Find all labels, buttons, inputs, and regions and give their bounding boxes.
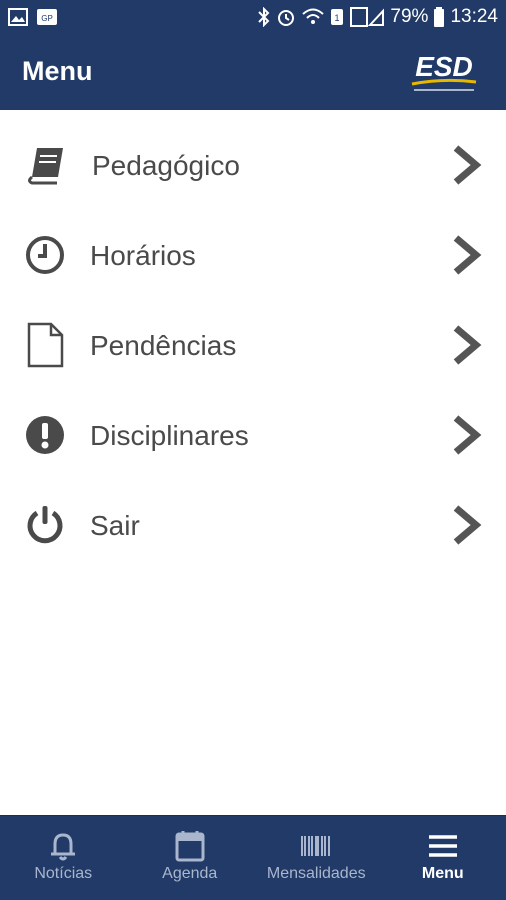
book-icon	[24, 144, 66, 186]
menu-item-label: Pendências	[90, 330, 237, 361]
nav-tab-label: Mensalidades	[266, 865, 366, 882]
chevron-right-icon	[453, 145, 482, 185]
menu-item-disciplinares[interactable]: Disciplinares	[0, 410, 506, 500]
battery-icon	[434, 7, 445, 27]
chevron-right-icon	[453, 235, 482, 275]
exclamation-icon	[24, 414, 66, 456]
nav-tab-mensalidades[interactable]: Mensalidades	[253, 816, 380, 900]
image-notification-icon	[8, 8, 28, 26]
power-icon	[24, 504, 66, 546]
chevron-right-icon	[453, 415, 482, 455]
bottom-navigation: Notícias Agenda Mensalidades Menu	[0, 815, 506, 900]
menu-item-label: Sair	[90, 510, 140, 541]
svg-text:ESD: ESD	[415, 51, 473, 82]
page-title: Menu	[22, 56, 93, 86]
system-status: 1 79% 13:24	[258, 6, 498, 28]
alarm-icon	[278, 10, 295, 26]
menu-item-horarios[interactable]: Horários	[0, 230, 506, 320]
nav-tab-menu[interactable]: Menu	[380, 816, 506, 900]
svg-text:GP: GP	[41, 14, 53, 23]
chevron-right-icon	[453, 325, 482, 365]
menu-item-sair[interactable]: Sair	[0, 500, 506, 590]
document-icon	[24, 322, 66, 368]
clock-time: 13:24	[450, 6, 498, 27]
app-notification-icon: GP	[37, 9, 57, 25]
sim-icon: 1	[331, 9, 344, 25]
bell-icon	[51, 833, 76, 861]
nav-tab-label: Notícias	[34, 865, 93, 882]
svg-text:1: 1	[335, 13, 340, 23]
notification-icons: GP	[8, 8, 58, 26]
status-bar: GP 1 79% 13:24	[0, 0, 506, 34]
nav-tab-noticias[interactable]: Notícias	[0, 816, 127, 900]
clock-icon	[24, 234, 66, 276]
nav-tab-label: Menu	[421, 865, 464, 882]
menu-item-label: Disciplinares	[90, 420, 249, 451]
chevron-right-icon	[453, 505, 482, 545]
menu-item-pedagogico[interactable]: Pedagógico	[0, 140, 506, 230]
nav-tab-agenda[interactable]: Agenda	[127, 816, 254, 900]
signal-icon	[350, 7, 385, 27]
menu-list: Pedagógico Horários Pendências Disciplin…	[0, 140, 506, 590]
nav-tab-label: Agenda	[162, 865, 218, 882]
menu-item-label: Horários	[90, 240, 196, 271]
calendar-icon	[175, 831, 205, 862]
wifi-icon	[302, 8, 325, 24]
barcode-icon	[301, 836, 331, 856]
hamburger-icon	[428, 835, 457, 857]
esd-logo: ESD	[411, 51, 477, 91]
battery-percent: 79%	[390, 6, 429, 27]
menu-item-pendencias[interactable]: Pendências	[0, 320, 506, 410]
bluetooth-icon	[258, 7, 270, 27]
menu-item-label: Pedagógico	[92, 150, 240, 181]
app-bar: Menu ESD	[0, 34, 506, 110]
